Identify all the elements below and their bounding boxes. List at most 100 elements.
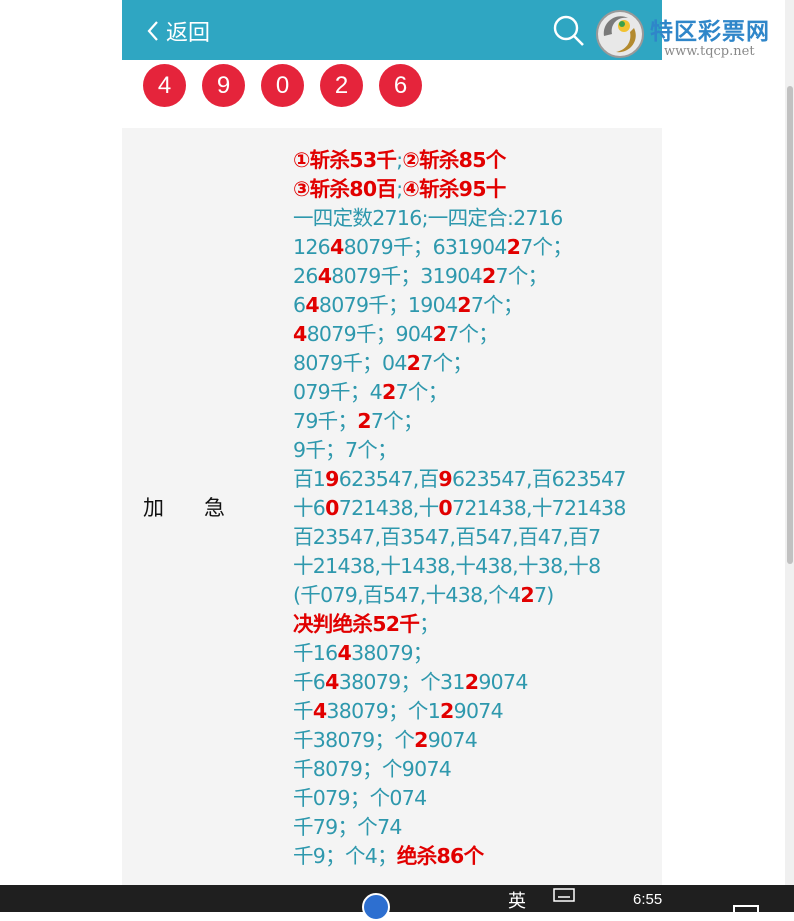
line-text: 9074 — [453, 699, 504, 723]
clock[interactable]: 6:55 — [633, 891, 662, 908]
line-text: 7个； — [370, 409, 424, 433]
number-ball: 6 — [379, 64, 422, 107]
line-text: 百1 — [293, 467, 326, 491]
prediction-content: ①斩杀53千;②斩杀85个 ③斩杀80百;④斩杀95十 一四定数2716;一四定合:… — [293, 146, 653, 871]
prediction-line: 千438079；个129074 — [293, 697, 653, 726]
back-label: 返回 — [166, 21, 211, 46]
line-text: 千9；个4； — [293, 844, 398, 868]
line-text: 8079千；1904 — [318, 293, 458, 317]
number-ball: 0 — [261, 64, 304, 107]
line-text: 十21438,十1438,十438,十38,十8 — [293, 554, 601, 578]
taskbar: 英 6:55 — [0, 885, 794, 921]
line-text: 8079千；631904 — [343, 235, 508, 259]
line-text: 8079千；31904 — [331, 264, 482, 288]
prediction-line: 千38079；个29074 — [293, 726, 653, 755]
line-text: 126 — [293, 235, 331, 259]
line-text: 9074 — [427, 728, 478, 752]
highlight-text: 2 — [457, 293, 471, 317]
scrollbar-thumb[interactable] — [787, 86, 793, 564]
prediction-line: ①斩杀53千;②斩杀85个 — [293, 146, 653, 175]
highlight-text: 4 — [325, 670, 339, 694]
row-label: 加急 — [143, 496, 265, 520]
highlight-text: 0 — [325, 496, 339, 520]
line-text: 千079；个074 — [293, 786, 427, 810]
line-text: 7个； — [395, 380, 449, 404]
highlight-text: 2 — [381, 380, 396, 404]
highlight-text: 4 — [305, 293, 319, 317]
highlight-text: 4 — [317, 264, 332, 288]
back-button[interactable]: 返回 — [146, 14, 210, 48]
highlight-text: 2 — [357, 409, 371, 433]
highlight-text: ②斩杀85个 — [402, 148, 506, 172]
line-text: 千8079；个9074 — [293, 757, 452, 781]
prediction-line: 2648079千；3190427个； — [293, 262, 653, 291]
line-text: 7个； — [495, 264, 549, 288]
line-text: 9074 — [478, 670, 528, 694]
line-text: 千16 — [293, 641, 338, 665]
brand-url: www.tqcp.net — [664, 44, 755, 59]
line-text: 38079；个1 — [326, 699, 441, 723]
highlight-text: 绝杀86个 — [396, 844, 484, 868]
browser-icon[interactable] — [362, 893, 390, 921]
line-text: 26 — [293, 264, 318, 288]
prediction-line: 百23547,百3547,百547,百47,百7 — [293, 523, 653, 552]
line-text: 一四定数2716;一四定合:2716 — [293, 206, 563, 230]
line-text: 7) — [533, 583, 554, 607]
line-text: 38079； — [351, 641, 433, 665]
notification-icon[interactable] — [733, 905, 759, 917]
highlight-text: 2 — [414, 728, 428, 752]
highlight-text: 9 — [438, 467, 452, 491]
line-text: 7个； — [470, 293, 524, 317]
prediction-line: 48079千；90427个； — [293, 320, 653, 349]
highlight-text: 4 — [312, 699, 327, 723]
line-text: 7个； — [520, 235, 573, 259]
prediction-line: 千079；个074 — [293, 784, 653, 813]
line-text: ； — [419, 612, 440, 636]
logo-swirl-icon — [596, 10, 644, 58]
ime-indicator[interactable]: 英 — [508, 887, 526, 913]
line-text: 6 — [293, 293, 306, 317]
line-text: 7个； — [420, 351, 473, 375]
line-text: (千079,百547,十438,个4 — [293, 583, 521, 607]
highlight-text: 2 — [406, 351, 421, 375]
keyboard-icon[interactable] — [553, 887, 575, 908]
line-text: 079千；4 — [293, 380, 383, 404]
highlight-text: 2 — [520, 583, 534, 607]
number-ball: 4 — [143, 64, 186, 107]
prediction-line: ③斩杀80百;④斩杀95十 — [293, 175, 653, 204]
search-button[interactable] — [552, 14, 586, 48]
line-text: 8079千；904 — [306, 322, 434, 346]
prediction-line: 千9；个4；绝杀86个 — [293, 842, 653, 871]
line-text: 79千； — [293, 409, 358, 433]
prediction-line: 12648079千；63190427个； — [293, 233, 653, 262]
highlight-text: 2 — [481, 264, 496, 288]
prediction-line: 千16438079； — [293, 639, 653, 668]
prediction-line: (千079,百547,十438,个427) — [293, 581, 653, 610]
number-ball: 9 — [202, 64, 245, 107]
line-text: 721438,十721438 — [452, 496, 626, 520]
line-text: 千6 — [293, 670, 326, 694]
number-ball: 2 — [320, 64, 363, 107]
highlight-text: ④斩杀95十 — [402, 177, 506, 201]
prediction-line: 9千；7个； — [293, 436, 653, 465]
highlight-text: 4 — [337, 641, 352, 665]
highlight-text: 2 — [506, 235, 521, 259]
prediction-line: 决判绝杀52千； — [293, 610, 653, 639]
line-text: 千79；个74 — [293, 815, 402, 839]
line-text: 千38079；个 — [293, 728, 415, 752]
line-text: 9千；7个； — [293, 438, 398, 462]
line-text: 百23547,百3547,百547,百47,百7 — [293, 525, 601, 549]
highlight-text: 4 — [330, 235, 344, 259]
prediction-line: 千79；个74 — [293, 813, 653, 842]
chevron-left-icon — [147, 21, 158, 41]
line-text: 7个； — [446, 322, 499, 346]
line-text: 38079；个31 — [338, 670, 466, 694]
line-text: 千 — [293, 699, 314, 723]
highlight-text: ③斩杀80百 — [293, 177, 397, 201]
prediction-line: 百19623547,百9623547,百623547 — [293, 465, 653, 494]
prediction-line: 十60721438,十0721438,十721438 — [293, 494, 653, 523]
brand-logo: 特区彩票网 www.tqcp.net — [594, 6, 794, 60]
prediction-line: 079千；427个； — [293, 378, 653, 407]
line-text: 623547,百623547 — [452, 467, 626, 491]
line-text: 十6 — [293, 496, 326, 520]
